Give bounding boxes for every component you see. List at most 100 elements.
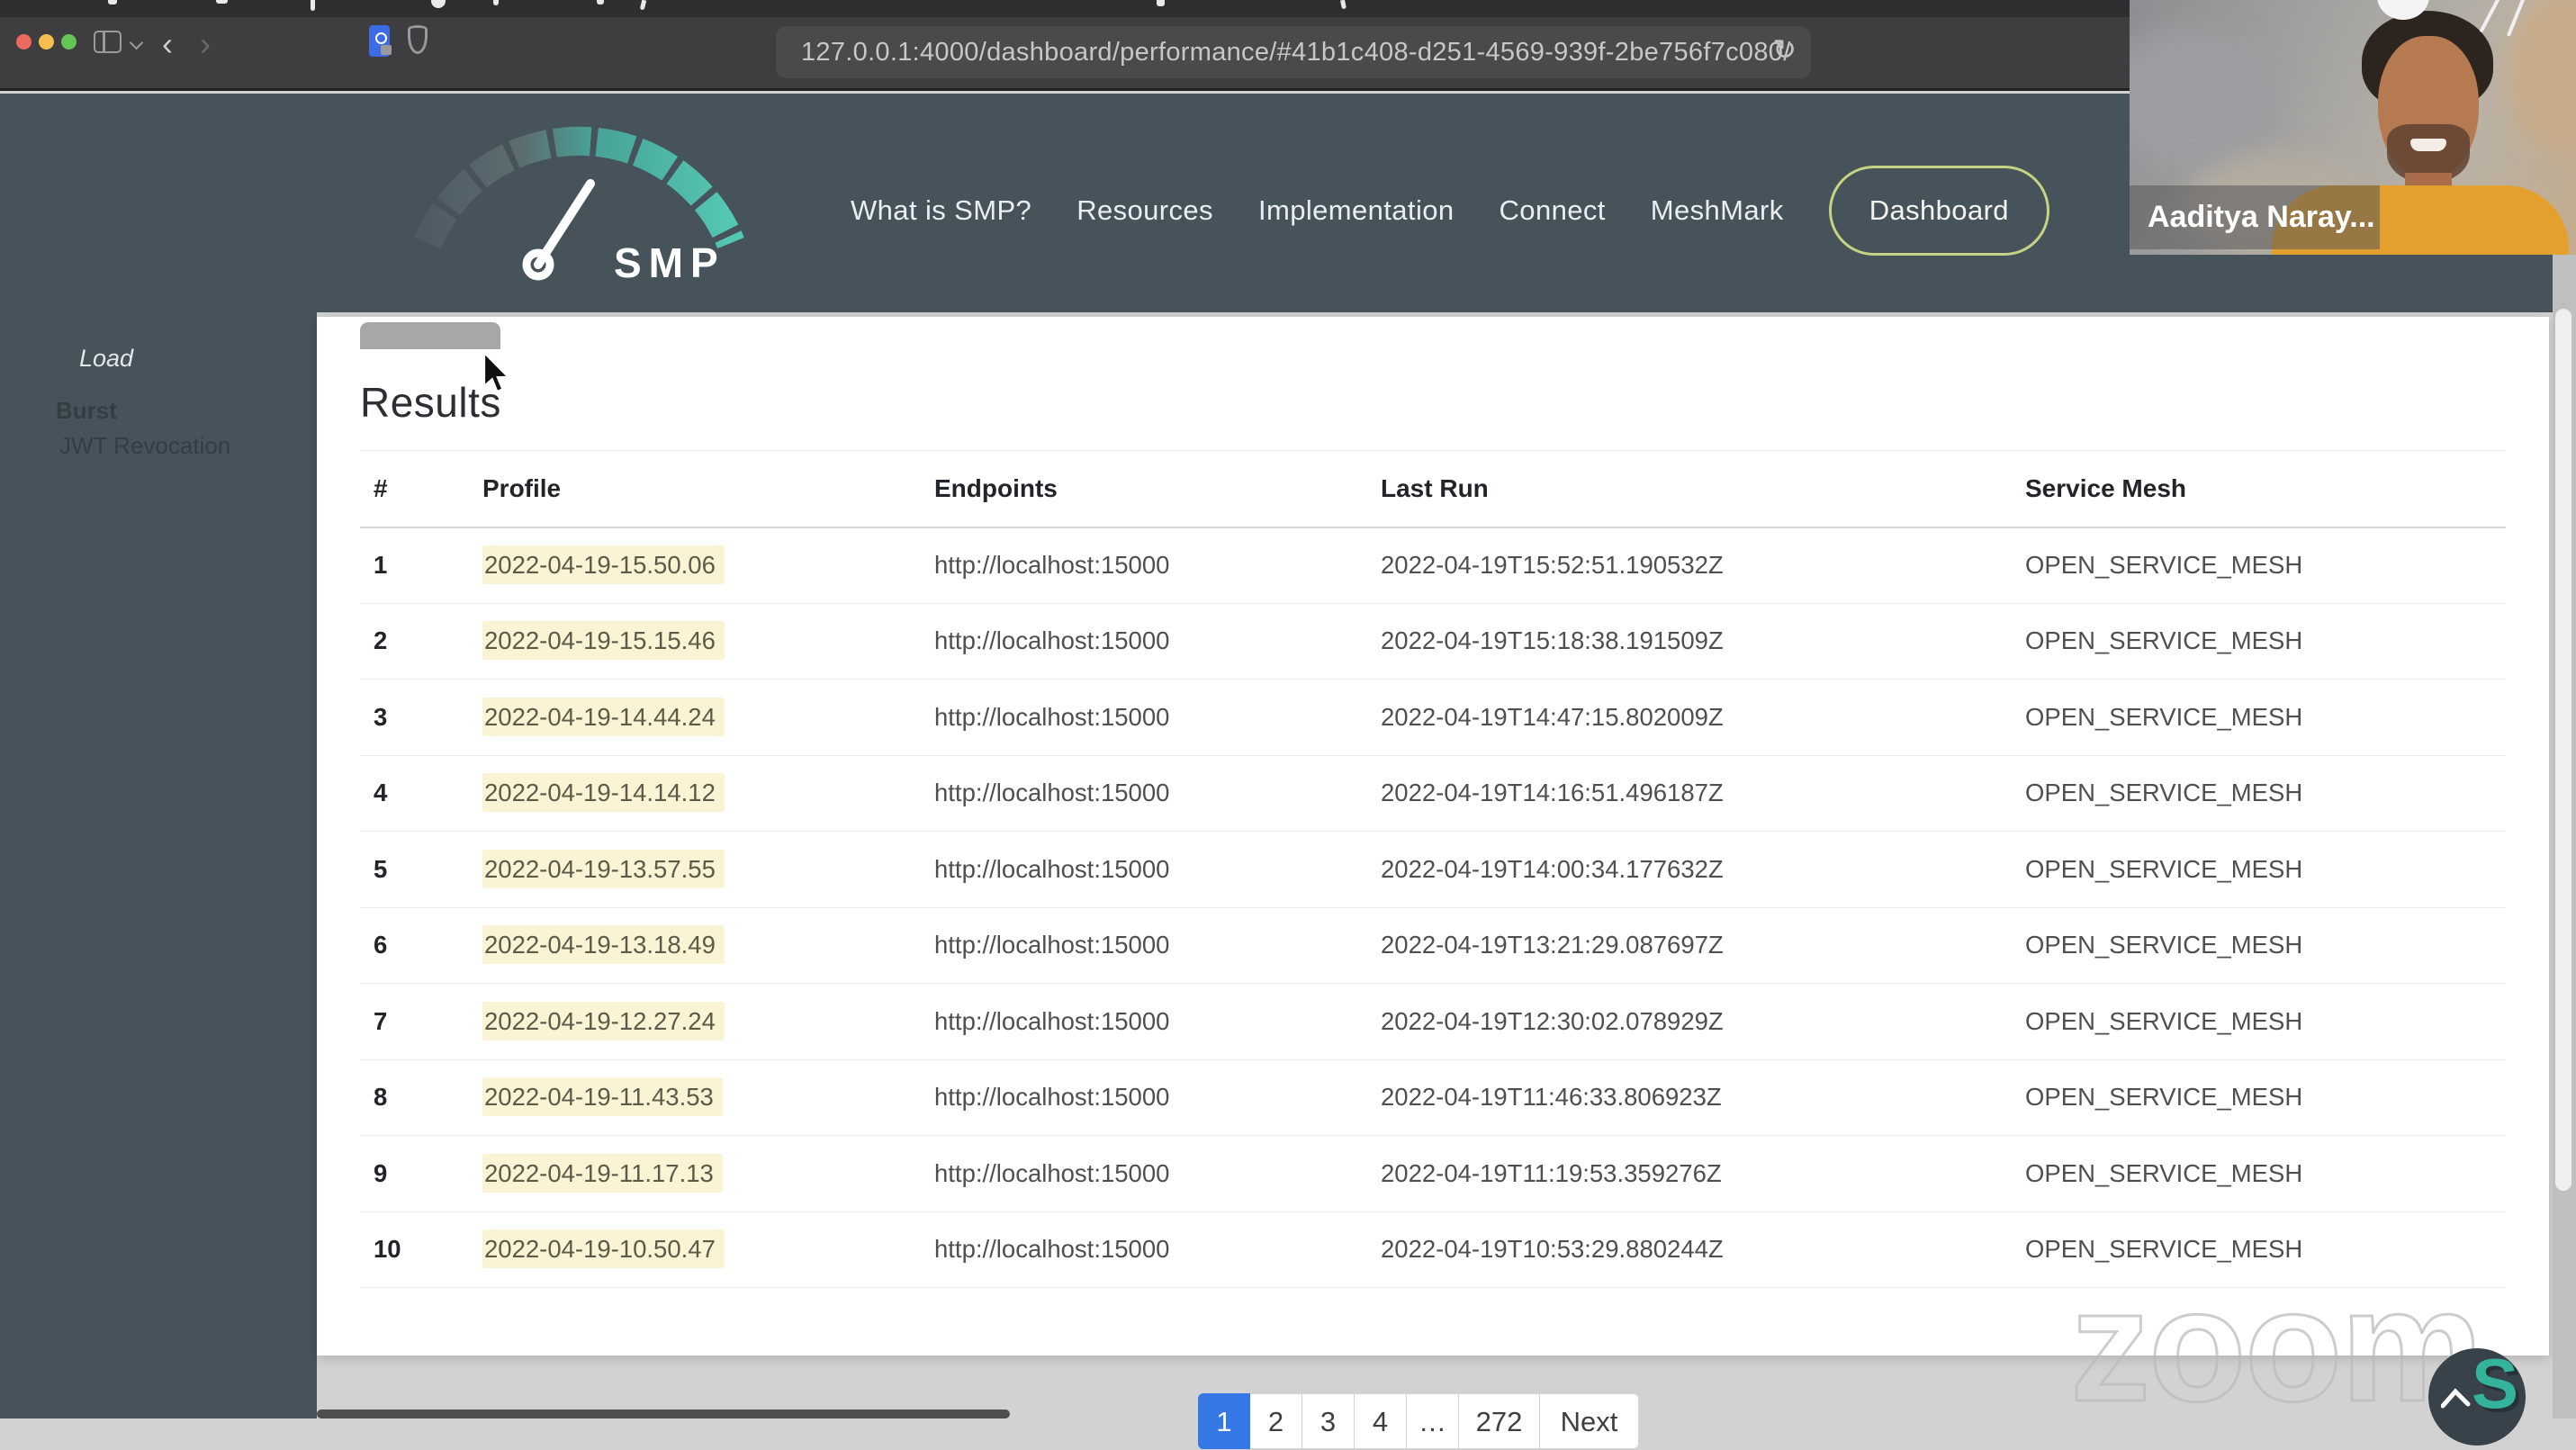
- cell-profile[interactable]: 2022-04-19-15.50.06: [469, 527, 921, 604]
- cell-profile[interactable]: 2022-04-19-14.14.12: [469, 755, 921, 832]
- table-row[interactable]: 8 2022-04-19-11.43.53 http://localhost:150…: [360, 1059, 2506, 1136]
- cell-profile[interactable]: 2022-04-19-12.27.24: [469, 983, 921, 1060]
- nav-item-implementation[interactable]: Implementation: [1258, 194, 1455, 227]
- table-header-row: # Profile Endpoints Last Run Service Mesh: [360, 450, 2506, 528]
- cell-endpoint: http://localhost:15000: [921, 907, 1367, 984]
- cell-endpoint: http://localhost:15000: [921, 1135, 1367, 1212]
- chevron-down-icon[interactable]: [129, 35, 144, 50]
- table-row[interactable]: 9 2022-04-19-11.17.13 http://localhost:150…: [360, 1135, 2506, 1212]
- gauge-arc: [414, 126, 744, 249]
- nav-item-what-is-smp[interactable]: What is SMP?: [851, 194, 1031, 227]
- annotation-stroke: [2479, 0, 2500, 33]
- address-bar[interactable]: 127.0.0.1:4000/dashboard/performance/#41…: [776, 26, 1811, 78]
- table-row[interactable]: 7 2022-04-19-12.27.24 http://localhost:150…: [360, 983, 2506, 1060]
- sidebar-item-burst[interactable]: Burst: [56, 397, 117, 425]
- table-row[interactable]: 1 2022-04-19-15.50.06 http://localhost:150…: [360, 527, 2506, 604]
- profile-link[interactable]: 2022-04-19-14.14.12: [482, 773, 725, 813]
- page-button-3[interactable]: 3: [1302, 1393, 1355, 1449]
- close-window-button[interactable]: [16, 34, 32, 50]
- cell-profile[interactable]: 2022-04-19-11.17.13: [469, 1135, 921, 1212]
- cell-index: 7: [360, 983, 469, 1060]
- horizontal-scrollbar-thumb[interactable]: [317, 1409, 1010, 1418]
- vertical-scrollbar[interactable]: [2553, 255, 2576, 1418]
- profile-link[interactable]: 2022-04-19-13.18.49: [482, 925, 725, 965]
- cell-profile[interactable]: 2022-04-19-13.18.49: [469, 907, 921, 984]
- sidebar-column: [0, 312, 317, 1418]
- page-button-4[interactable]: 4: [1355, 1393, 1407, 1449]
- cell-index: 4: [360, 755, 469, 832]
- cell-service-mesh: OPEN_SERVICE_MESH: [2012, 907, 2506, 984]
- profile-link[interactable]: 2022-04-19-15.15.46: [482, 621, 725, 661]
- nav-item-connect[interactable]: Connect: [1500, 194, 1606, 227]
- shield-extension-icon[interactable]: [408, 25, 428, 54]
- webcam-video-tile: Aaditya Naray...: [2130, 0, 2576, 255]
- minimize-window-button[interactable]: [39, 34, 54, 50]
- profile-link[interactable]: 2022-04-19-13.57.55: [482, 849, 725, 888]
- cell-index: 3: [360, 679, 469, 756]
- column-header-: #: [360, 450, 469, 528]
- nav-item-meshmark[interactable]: MeshMark: [1651, 194, 1784, 227]
- cell-last-run: 2022-04-19T14:00:34.177632Z: [1367, 831, 2012, 908]
- zoom-watermark: zoom: [2069, 1255, 2485, 1436]
- profile-link[interactable]: 2022-04-19-10.50.47: [482, 1229, 725, 1269]
- next-page-button[interactable]: Next: [1540, 1393, 1639, 1449]
- nav-item-resources[interactable]: Resources: [1076, 194, 1213, 227]
- cell-index: 2: [360, 603, 469, 680]
- table-row[interactable]: 2 2022-04-19-15.15.46 http://localhost:150…: [360, 603, 2506, 680]
- brand-text: SMP: [614, 239, 725, 286]
- back-icon[interactable]: ‹: [162, 24, 173, 64]
- cell-last-run: 2022-04-19T15:52:51.190532Z: [1367, 527, 2012, 604]
- cell-service-mesh: OPEN_SERVICE_MESH: [2012, 1059, 2506, 1136]
- mouse-cursor: [482, 353, 511, 393]
- table-row[interactable]: 6 2022-04-19-13.18.49 http://localhost:150…: [360, 907, 2506, 984]
- profile-link[interactable]: 2022-04-19-12.27.24: [482, 1001, 725, 1040]
- smp-badge-icon: S: [2428, 1344, 2526, 1445]
- table-row[interactable]: 4 2022-04-19-14.14.12 http://localhost:150…: [360, 755, 2506, 832]
- cell-last-run: 2022-04-19T13:21:29.087697Z: [1367, 907, 2012, 984]
- cell-profile[interactable]: 2022-04-19-14.44.24: [469, 679, 921, 756]
- cell-last-run: 2022-04-19T10:53:29.880244Z: [1367, 1211, 2012, 1288]
- page-button-1[interactable]: 1: [1198, 1393, 1250, 1449]
- person-smile: [2410, 139, 2446, 151]
- cell-profile[interactable]: 2022-04-19-11.43.53: [469, 1059, 921, 1136]
- sidebar-item-load[interactable]: Load: [79, 345, 133, 373]
- webcam-background-blur: [2508, 0, 2576, 153]
- reload-icon[interactable]: ↻: [1772, 32, 1797, 67]
- cell-profile[interactable]: 2022-04-19-15.15.46: [469, 603, 921, 680]
- scrolled-tab-remnant: [360, 322, 500, 349]
- page-button-272[interactable]: 272: [1459, 1393, 1540, 1449]
- nav-item-dashboard[interactable]: Dashboard: [1828, 166, 2049, 256]
- page-button-ellipsis[interactable]: …: [1407, 1393, 1459, 1449]
- sidebar-toggle-icon[interactable]: [94, 31, 122, 53]
- cell-index: 6: [360, 907, 469, 984]
- profile-link[interactable]: 2022-04-19-14.44.24: [482, 697, 725, 736]
- cell-index: 1: [360, 527, 469, 604]
- cell-endpoint: http://localhost:15000: [921, 679, 1367, 756]
- profile-link[interactable]: 2022-04-19-11.17.13: [482, 1153, 723, 1193]
- cell-profile[interactable]: 2022-04-19-13.57.55: [469, 831, 921, 908]
- cell-index: 8: [360, 1059, 469, 1136]
- cell-endpoint: http://localhost:15000: [921, 755, 1367, 832]
- table-row[interactable]: 5 2022-04-19-13.57.55 http://localhost:150…: [360, 831, 2506, 908]
- page-button-2[interactable]: 2: [1250, 1393, 1302, 1449]
- column-header-profile: Profile: [469, 450, 921, 528]
- cell-service-mesh: OPEN_SERVICE_MESH: [2012, 527, 2506, 604]
- table-row[interactable]: 3 2022-04-19-14.44.24 http://localhost:150…: [360, 679, 2506, 756]
- profile-link[interactable]: 2022-04-19-11.43.53: [482, 1077, 723, 1117]
- sidebar-item-jwt-revocation[interactable]: JWT Revocation: [59, 432, 230, 460]
- column-header-endpoints: Endpoints: [921, 450, 1367, 528]
- cell-endpoint: http://localhost:15000: [921, 527, 1367, 604]
- vertical-scrollbar-thumb[interactable]: [2555, 309, 2571, 1191]
- cell-last-run: 2022-04-19T14:47:15.802009Z: [1367, 679, 2012, 756]
- cell-service-mesh: OPEN_SERVICE_MESH: [2012, 831, 2506, 908]
- zoom-window-button[interactable]: [61, 34, 77, 50]
- profile-link[interactable]: 2022-04-19-15.50.06: [482, 545, 725, 584]
- cell-profile[interactable]: 2022-04-19-10.50.47: [469, 1211, 921, 1288]
- address-bar-url[interactable]: 127.0.0.1:4000/dashboard/performance/#41…: [776, 38, 1791, 68]
- password-extension-icon[interactable]: [369, 25, 392, 57]
- smp-gauge-logo[interactable]: SMP: [405, 122, 761, 311]
- cell-index: 10: [360, 1211, 469, 1288]
- cell-endpoint: http://localhost:15000: [921, 831, 1367, 908]
- forward-icon[interactable]: ›: [200, 24, 211, 64]
- badge-letter: S: [2472, 1344, 2519, 1423]
